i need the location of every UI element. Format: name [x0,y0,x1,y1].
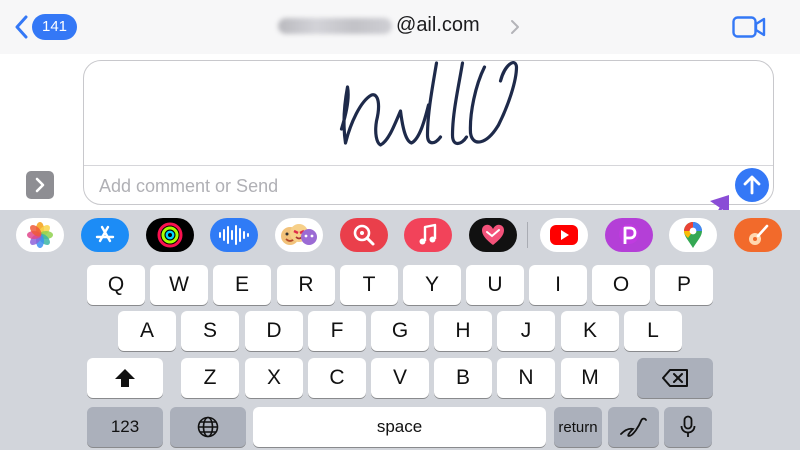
numbers-key[interactable]: 123 [87,407,163,447]
key-e[interactable]: E [213,265,271,305]
chevron-right-icon [35,177,45,193]
key-k[interactable]: K [561,311,619,351]
key-g[interactable]: G [371,311,429,351]
keyboard: Q W E R T Y U I O P A S D F G H J K L Z … [0,210,800,450]
key-v[interactable]: V [371,358,429,398]
key-y[interactable]: Y [403,265,461,305]
key-x[interactable]: X [245,358,303,398]
delete-key[interactable] [637,358,713,398]
app-drawer-separator [527,222,528,248]
app-digital-touch[interactable] [469,218,517,252]
activity-rings-icon [157,222,183,248]
key-j[interactable]: J [497,311,555,351]
recipient-address[interactable]: @ ail.com [278,14,480,37]
key-l[interactable]: L [624,311,682,351]
youtube-icon [550,225,578,245]
key-t[interactable]: T [340,265,398,305]
picsart-icon [619,224,639,244]
backspace-icon [662,369,688,387]
unread-count-badge: 141 [32,14,78,40]
app-app-store[interactable] [81,218,129,252]
app-memoji-stickers[interactable] [275,218,323,252]
key-u[interactable]: U [466,265,524,305]
arrow-up-icon [743,175,761,195]
return-key[interactable]: return [554,407,602,447]
app-music[interactable] [404,218,452,252]
audio-waveform-icon [219,225,249,245]
garageband-icon [749,224,769,245]
facetime-video-icon[interactable] [732,16,766,38]
key-m[interactable]: M [561,358,619,398]
key-z[interactable]: Z [181,358,239,398]
digital-touch-icon [482,224,504,245]
key-f[interactable]: F [308,311,366,351]
app-garageband[interactable] [734,218,782,252]
shift-icon [115,369,135,387]
key-c[interactable]: C [308,358,366,398]
globe-icon [197,416,219,438]
music-icon [419,223,437,245]
navigation-bar: 141 @ ail.com [0,0,800,54]
app-drawer [0,210,800,262]
key-d[interactable]: D [245,311,303,351]
chevron-left-icon [15,15,28,39]
key-a[interactable]: A [118,311,176,351]
app-audio-message[interactable] [210,218,258,252]
back-button[interactable]: 141 [14,11,78,43]
photos-icon [27,222,53,248]
microphone-icon [680,415,696,437]
send-button[interactable] [735,168,769,202]
key-i[interactable]: I [529,265,587,305]
key-b[interactable]: B [434,358,492,398]
composer-divider [84,165,773,166]
key-s[interactable]: S [181,311,239,351]
image-search-icon [353,224,375,246]
key-o[interactable]: O [592,265,650,305]
app-store-icon [95,225,115,243]
app-photos[interactable] [16,218,64,252]
key-w[interactable]: W [150,265,208,305]
recipient-at: @ [396,14,417,36]
google-maps-icon [684,222,702,248]
app-google-maps[interactable] [669,218,717,252]
space-key[interactable]: space [253,407,546,447]
handwriting-key[interactable] [608,407,659,447]
key-n[interactable]: N [497,358,555,398]
expand-apps-button[interactable] [26,171,54,199]
redacted-email-name [278,17,392,34]
key-p[interactable]: P [655,265,713,305]
key-h[interactable]: H [434,311,492,351]
chevron-right-icon[interactable] [510,19,520,35]
app-picsart[interactable] [605,218,653,252]
recipient-domain: ail.com [416,14,480,36]
app-image-search[interactable] [340,218,388,252]
key-q[interactable]: Q [87,265,145,305]
app-youtube[interactable] [540,218,588,252]
memoji-icon [281,224,317,245]
handwritten-message-image [339,61,519,147]
message-composer [83,60,774,205]
dictation-key[interactable] [664,407,712,447]
comment-input[interactable] [99,173,699,199]
handwriting-icon [619,417,647,437]
globe-key[interactable] [170,407,246,447]
app-activity[interactable] [146,218,194,252]
key-r[interactable]: R [277,265,335,305]
shift-key[interactable] [87,358,163,398]
